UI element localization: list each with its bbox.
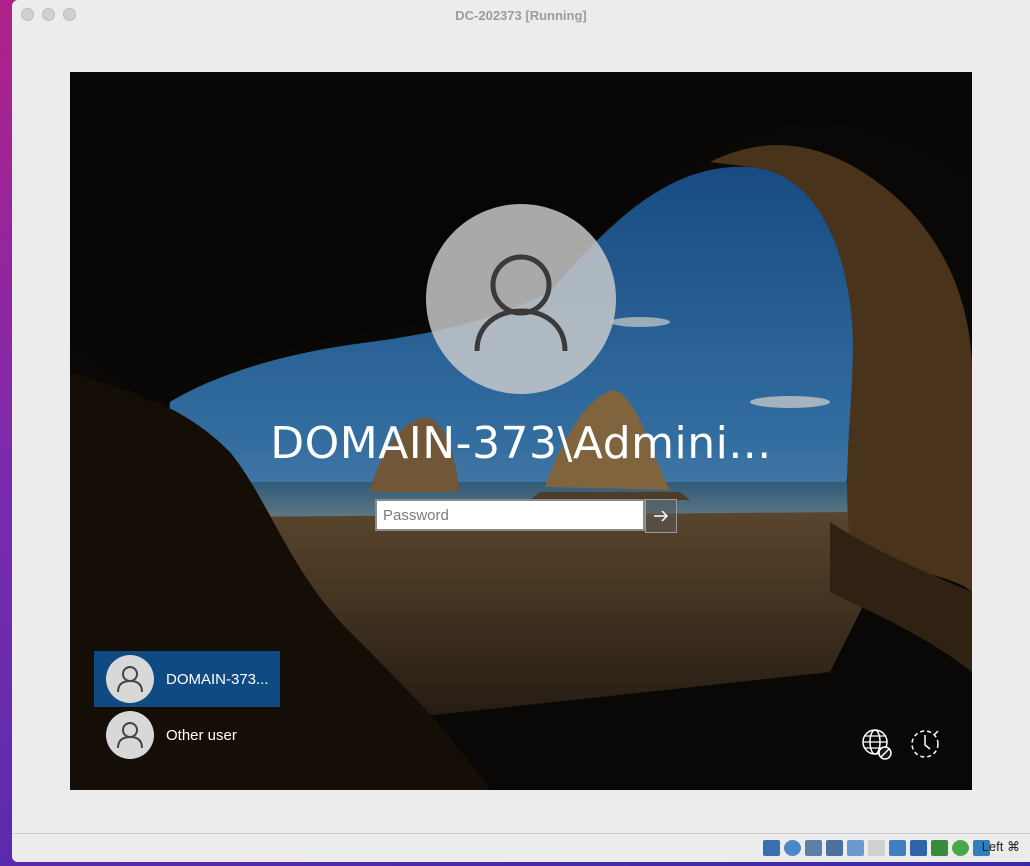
minimize-window-button[interactable] — [42, 8, 55, 21]
hard-disk-icon[interactable] — [763, 840, 780, 856]
password-field[interactable] — [375, 499, 645, 531]
submit-button[interactable] — [645, 499, 677, 533]
user-avatar — [426, 204, 616, 394]
user-tile-label: DOMAIN-373... — [166, 670, 269, 688]
user-icon — [117, 722, 143, 749]
usb-icon[interactable] — [847, 840, 864, 856]
arrow-right-icon — [654, 510, 669, 522]
lockscreen-corner-icons — [860, 727, 942, 761]
close-window-button[interactable] — [21, 8, 34, 21]
user-avatar-small — [106, 655, 154, 703]
display-icon[interactable] — [889, 840, 906, 856]
power-icon[interactable] — [908, 727, 942, 761]
network-adapter-icon[interactable] — [826, 840, 843, 856]
user-icon — [117, 666, 143, 693]
vm-screen[interactable]: DOMAIN-373\Admini... DOMAIN-373... Other… — [70, 72, 972, 790]
user-tile-domain-admin[interactable]: DOMAIN-373... — [94, 651, 280, 707]
network-icon[interactable] — [860, 727, 894, 761]
title-bar: DC-202373 [Running] — [12, 0, 1030, 30]
window-controls — [21, 8, 76, 21]
user-avatar-small — [106, 711, 154, 759]
password-form — [375, 499, 677, 533]
user-tile-label: Other user — [166, 726, 237, 744]
user-icon — [474, 254, 568, 352]
optical-drive-icon[interactable] — [784, 840, 801, 856]
window-title: DC-202373 [Running] — [455, 7, 587, 23]
vm-window: DC-202373 [Running] DOMAIN-373\Admini...… — [12, 0, 1030, 862]
vm-status-bar: Left ⌘ — [12, 833, 1030, 862]
user-tile-other-user[interactable]: Other user — [94, 707, 280, 763]
audio-icon[interactable] — [805, 840, 822, 856]
recording-icon[interactable] — [910, 840, 927, 856]
shared-folder-icon[interactable] — [868, 840, 885, 856]
host-key-label: Left ⌘ — [981, 839, 1020, 854]
user-list: DOMAIN-373... Other user — [94, 651, 280, 763]
cpu-icon[interactable] — [931, 840, 948, 856]
zoom-window-button[interactable] — [63, 8, 76, 21]
status-icons — [763, 840, 990, 856]
mouse-integration-icon[interactable] — [952, 840, 969, 856]
login-username: DOMAIN-373\Admini... — [270, 418, 772, 469]
